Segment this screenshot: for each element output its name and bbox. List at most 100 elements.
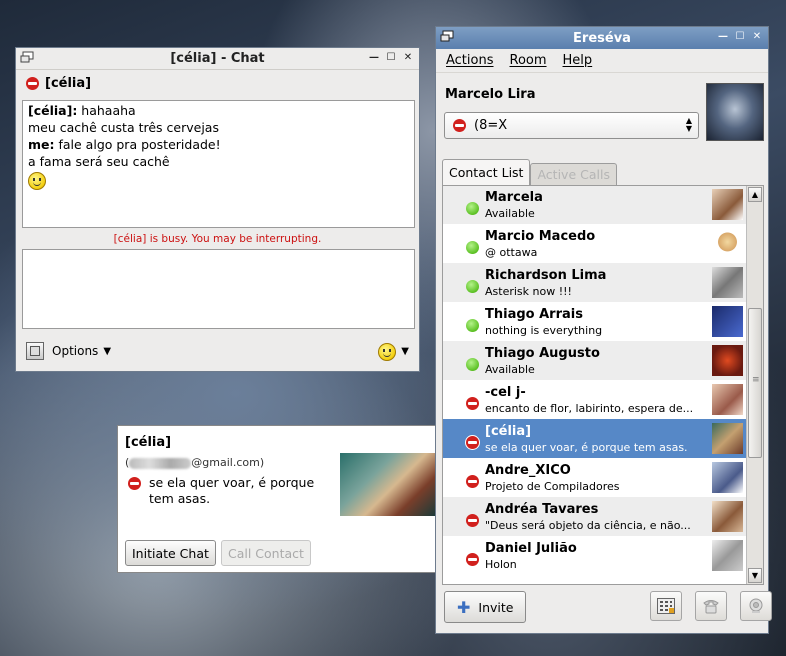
contact-name: [célia] — [485, 424, 532, 439]
contact-row[interactable]: Marcio Macedo @ ottawa — [443, 224, 746, 263]
contact-list[interactable]: Marcela Available Marcio Macedo @ ottawa Ric… — [442, 185, 764, 585]
maximize-icon[interactable]: ☐ — [384, 51, 398, 65]
phone-button[interactable] — [695, 591, 727, 621]
chevron-down-icon[interactable]: ▼ — [103, 346, 111, 357]
popup-status: se ela quer voar, é porque tem asas. — [128, 475, 328, 507]
message-text: a fama será seu cachê — [28, 154, 170, 169]
contact-avatar — [712, 501, 743, 532]
message-line: a fama será seu cachê — [28, 153, 409, 170]
contact-row[interactable]: Daniel Julião Holon — [443, 536, 746, 575]
popup-contact-name: [célia] — [125, 435, 172, 450]
account-avatar[interactable] — [706, 83, 764, 141]
plus-icon: ✚ — [457, 597, 471, 617]
busy-status-icon — [128, 477, 141, 490]
conversation-log[interactable]: [célia]: hahaaha meu cachê custa três ce… — [22, 100, 415, 228]
contact-status: Projeto de Compiladores — [485, 480, 620, 493]
email-domain: @gmail.com) — [191, 456, 265, 469]
close-icon[interactable]: ✕ — [401, 51, 415, 65]
contact-status: Available — [485, 207, 535, 220]
dialpad-button[interactable] — [650, 591, 682, 621]
chevron-down-icon[interactable]: ▼ — [401, 346, 409, 357]
menubar: Actions Room Help — [436, 49, 768, 73]
contact-row[interactable]: Richardson Lima Asterisk now !!! — [443, 263, 746, 302]
minimize-icon[interactable]: — — [716, 30, 730, 44]
contact-row[interactable]: Thiago Augusto Available — [443, 341, 746, 380]
status-selector[interactable]: (8=X ▲ ▼ — [444, 112, 699, 139]
message-sender: [célia]: — [28, 103, 78, 118]
contact-row[interactable]: Thiago Arrais nothing is everything — [443, 302, 746, 341]
minimize-icon[interactable]: — — [367, 51, 381, 65]
scroll-down-arrow-icon[interactable]: ▼ — [748, 568, 762, 583]
message-compose-input[interactable] — [22, 249, 415, 329]
contact-avatar — [712, 306, 743, 337]
redacted-email-user — [129, 457, 192, 469]
contact-status: se ela quer voar, é porque tem asas. — [485, 441, 688, 454]
chat-contact-name: [célia] — [45, 76, 92, 91]
scroll-up-arrow-icon[interactable]: ▲ — [748, 187, 762, 202]
contact-name: Marcio Macedo — [485, 229, 596, 244]
contact-avatar — [712, 345, 743, 376]
invite-button[interactable]: ✚ Invite — [444, 591, 527, 623]
contact-row[interactable]: Marcela Available — [443, 186, 746, 224]
contact-name: Andréa Tavares — [485, 502, 599, 517]
contact-name: Andre_XICO — [485, 463, 571, 478]
message-sender: me: — [28, 137, 55, 152]
popup-status-text: se ela quer voar, é porque tem asas. — [149, 475, 315, 506]
chat-titlebar[interactable]: [célia] - Chat — ☐ ✕ — [16, 48, 419, 70]
chat-contact-header: [célia] — [16, 70, 419, 97]
roster-window: Ereséva — ☐ ✕ Actions Room Help Marcelo … — [435, 26, 772, 634]
message-line: meu cachê custa três cervejas — [28, 119, 409, 136]
contact-list-scrollbar[interactable]: ▲ ▼ — [746, 186, 763, 584]
menu-actions[interactable]: Actions — [446, 53, 494, 68]
message-text: fale algo pra posteridade! — [54, 137, 221, 152]
available-status-icon — [466, 241, 479, 254]
chat-window: [célia] - Chat — ☐ ✕ [célia] [célia]: ha… — [15, 47, 420, 372]
contact-avatar — [712, 462, 743, 493]
busy-status-icon — [466, 553, 479, 566]
contact-row[interactable]: -cel j-encanto de flor, labirinto, esper… — [443, 380, 746, 419]
contact-name: Daniel Julião — [485, 541, 577, 556]
contact-avatar — [712, 540, 743, 571]
maximize-icon[interactable]: ☐ — [733, 30, 747, 44]
contact-row[interactable]: Andréa Tavares "Deus será objeto da ciênc… — [443, 497, 746, 536]
available-status-icon — [466, 358, 479, 371]
call-contact-button[interactable]: Call Contact — [221, 540, 311, 566]
options-icon[interactable] — [26, 342, 44, 360]
popup-contact-email: (@gmail.com) — [125, 456, 264, 469]
telephone-icon — [703, 600, 719, 614]
roster-titlebar[interactable]: Ereséva — ☐ ✕ — [436, 27, 768, 49]
contact-avatar — [712, 228, 743, 259]
contact-avatar — [712, 384, 743, 415]
menu-room[interactable]: Room — [510, 53, 547, 68]
menu-help[interactable]: Help — [563, 53, 593, 68]
status-selector-text: (8=X — [474, 118, 508, 133]
contact-name: Richardson Lima — [485, 268, 607, 283]
message-line: me: fale algo pra posteridade! — [28, 136, 409, 153]
contact-name: Thiago Arrais — [485, 307, 583, 322]
invite-label: Invite — [478, 599, 514, 615]
contact-row[interactable]: Andre_XICO Projeto de Compiladores — [443, 458, 746, 497]
webcam-icon — [749, 598, 763, 613]
keypad-icon — [657, 598, 675, 614]
message-line: [célia]: hahaaha — [28, 102, 409, 119]
webcam-button[interactable] — [740, 591, 772, 621]
contact-status: encanto de flor, labirinto, espera de... — [485, 402, 694, 415]
initiate-chat-button[interactable]: Initiate Chat — [125, 540, 216, 566]
close-icon[interactable]: ✕ — [750, 30, 764, 44]
chat-window-title: [célia] - Chat — [170, 51, 265, 66]
options-menu-button[interactable]: Options — [52, 344, 98, 358]
contact-photo — [340, 453, 435, 516]
scrollbar-thumb[interactable] — [748, 308, 762, 458]
emoticon-picker-icon[interactable] — [378, 343, 397, 361]
contact-status: nothing is everything — [485, 324, 603, 337]
available-status-icon — [466, 280, 479, 293]
busy-status-icon — [26, 77, 39, 90]
tab-active-calls[interactable]: Active Calls — [530, 163, 617, 185]
contact-rows: Marcela Available Marcio Macedo @ ottawa Ric… — [443, 186, 746, 575]
combo-arrows-icon: ▲ ▼ — [685, 116, 692, 133]
contact-status: Holon — [485, 558, 517, 571]
contact-row[interactable]: [célia] se ela quer voar, é porque tem as… — [443, 419, 746, 458]
busy-notice: [célia] is busy. You may be interrupting… — [113, 233, 322, 245]
contact-name: Thiago Augusto — [485, 346, 600, 361]
tab-contact-list[interactable]: Contact List — [442, 159, 531, 185]
